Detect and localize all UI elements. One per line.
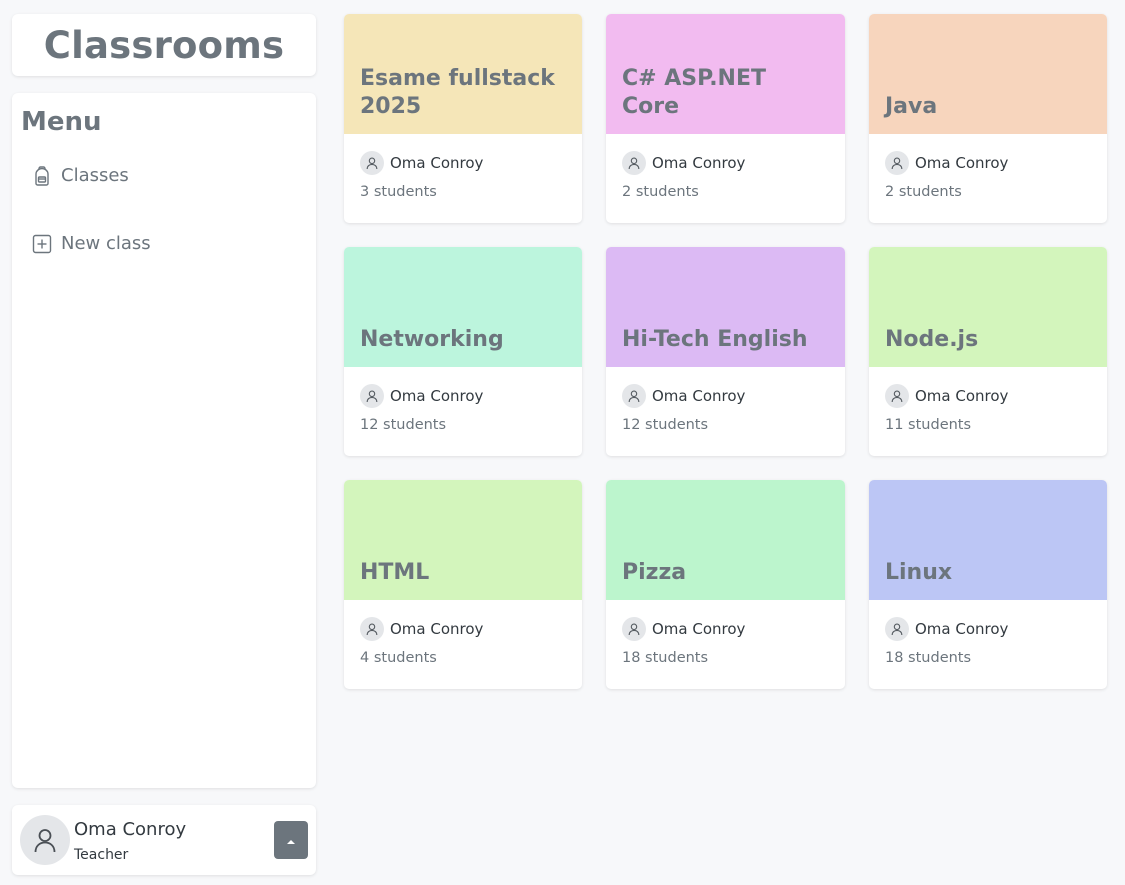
menu-heading: Menu (21, 107, 102, 137)
user-icon (360, 617, 384, 641)
student-count: 11 students (885, 417, 972, 433)
class-title: Networking (360, 326, 504, 352)
app: Classrooms Menu Classes New class Oma Co… (0, 0, 1125, 885)
class-card-header: Pizza (606, 480, 845, 600)
sidebar-menu: Menu Classes New class (12, 93, 316, 788)
class-card[interactable]: HTML Oma Conroy 4 students (344, 480, 582, 689)
backpack-icon (32, 165, 52, 186)
class-card[interactable]: Esame fullstack 2025 Oma Conroy 3 studen… (344, 14, 582, 223)
owner-name: Oma Conroy (390, 620, 484, 638)
class-title: Node.js (885, 326, 979, 352)
caret-up-icon (287, 833, 295, 848)
app-title: Classrooms (43, 23, 285, 67)
class-card[interactable]: Java Oma Conroy 2 students (869, 14, 1107, 223)
class-card-header: C# ASP.NET Core (606, 14, 845, 134)
class-owner: Oma Conroy (622, 150, 829, 176)
student-count: 18 students (622, 650, 709, 666)
owner-name: Oma Conroy (915, 154, 1009, 172)
class-card-body: Oma Conroy 2 students (606, 134, 845, 200)
user-role: Teacher (74, 847, 129, 863)
class-card-body: Oma Conroy 18 students (869, 600, 1107, 666)
class-card-body: Oma Conroy 18 students (606, 600, 845, 666)
class-owner: Oma Conroy (885, 616, 1091, 642)
user-menu-toggle-button[interactable] (274, 821, 308, 859)
class-owner: Oma Conroy (622, 383, 829, 409)
class-owner: Oma Conroy (360, 383, 566, 409)
class-card[interactable]: Pizza Oma Conroy 18 students (606, 480, 845, 689)
student-count: 3 students (360, 184, 437, 200)
sidebar-item-label: Classes (61, 165, 129, 186)
class-card[interactable]: Networking Oma Conroy 12 students (344, 247, 582, 456)
owner-name: Oma Conroy (652, 387, 746, 405)
user-panel: Oma Conroy Teacher (12, 805, 316, 875)
avatar (20, 815, 70, 865)
user-icon (885, 384, 909, 408)
user-icon (622, 151, 646, 175)
student-count: 2 students (885, 184, 962, 200)
sidebar-item-new-class[interactable]: New class (32, 233, 151, 254)
class-title: Hi-Tech English (622, 326, 808, 352)
owner-name: Oma Conroy (652, 620, 746, 638)
student-count: 2 students (622, 184, 699, 200)
class-owner: Oma Conroy (885, 150, 1091, 176)
student-count: 12 students (360, 417, 447, 433)
student-count: 18 students (885, 650, 972, 666)
brand-panel: Classrooms (12, 14, 316, 76)
user-icon (622, 384, 646, 408)
sidebar-item-classes[interactable]: Classes (32, 165, 129, 186)
user-icon (34, 829, 56, 853)
class-title: Esame fullstack 2025 (360, 66, 555, 119)
class-owner: Oma Conroy (360, 150, 566, 176)
class-card-header: Hi-Tech English (606, 247, 845, 367)
class-card-body: Oma Conroy 2 students (869, 134, 1107, 200)
class-title: Linux (885, 559, 953, 585)
owner-name: Oma Conroy (390, 387, 484, 405)
class-card-header: HTML (344, 480, 582, 600)
user-icon (622, 617, 646, 641)
class-card-body: Oma Conroy 11 students (869, 367, 1107, 433)
owner-name: Oma Conroy (390, 154, 484, 172)
class-owner: Oma Conroy (360, 616, 566, 642)
class-title: HTML (360, 559, 430, 585)
class-card-header: Esame fullstack 2025 (344, 14, 582, 134)
class-owner: Oma Conroy (622, 616, 829, 642)
class-card-body: Oma Conroy 3 students (344, 134, 582, 200)
class-title: Java (885, 93, 938, 119)
owner-name: Oma Conroy (915, 387, 1009, 405)
class-card-body: Oma Conroy 4 students (344, 600, 582, 666)
owner-name: Oma Conroy (915, 620, 1009, 638)
class-card-header: Linux (869, 480, 1107, 600)
student-count: 12 students (622, 417, 709, 433)
user-name: Oma Conroy (74, 819, 187, 840)
class-card-header: Networking (344, 247, 582, 367)
user-icon (360, 384, 384, 408)
class-card-header: Node.js (869, 247, 1107, 367)
user-icon (885, 151, 909, 175)
class-card-body: Oma Conroy 12 students (606, 367, 845, 433)
class-title: C# ASP.NET Core (622, 66, 766, 119)
class-card-body: Oma Conroy 12 students (344, 367, 582, 433)
class-card[interactable]: Node.js Oma Conroy 11 students (869, 247, 1107, 456)
class-grid: Esame fullstack 2025 Oma Conroy 3 studen… (344, 14, 1107, 689)
user-icon (360, 151, 384, 175)
user-icon (885, 617, 909, 641)
class-owner: Oma Conroy (885, 383, 1091, 409)
class-card[interactable]: C# ASP.NET Core Oma Conroy 2 students (606, 14, 845, 223)
class-card[interactable]: Hi-Tech English Oma Conroy 12 students (606, 247, 845, 456)
class-card-header: Java (869, 14, 1107, 134)
student-count: 4 students (360, 650, 437, 666)
class-title: Pizza (622, 559, 687, 585)
plus-square-icon (32, 234, 52, 254)
sidebar-item-label: New class (61, 233, 151, 254)
owner-name: Oma Conroy (652, 154, 746, 172)
class-card[interactable]: Linux Oma Conroy 18 students (869, 480, 1107, 689)
